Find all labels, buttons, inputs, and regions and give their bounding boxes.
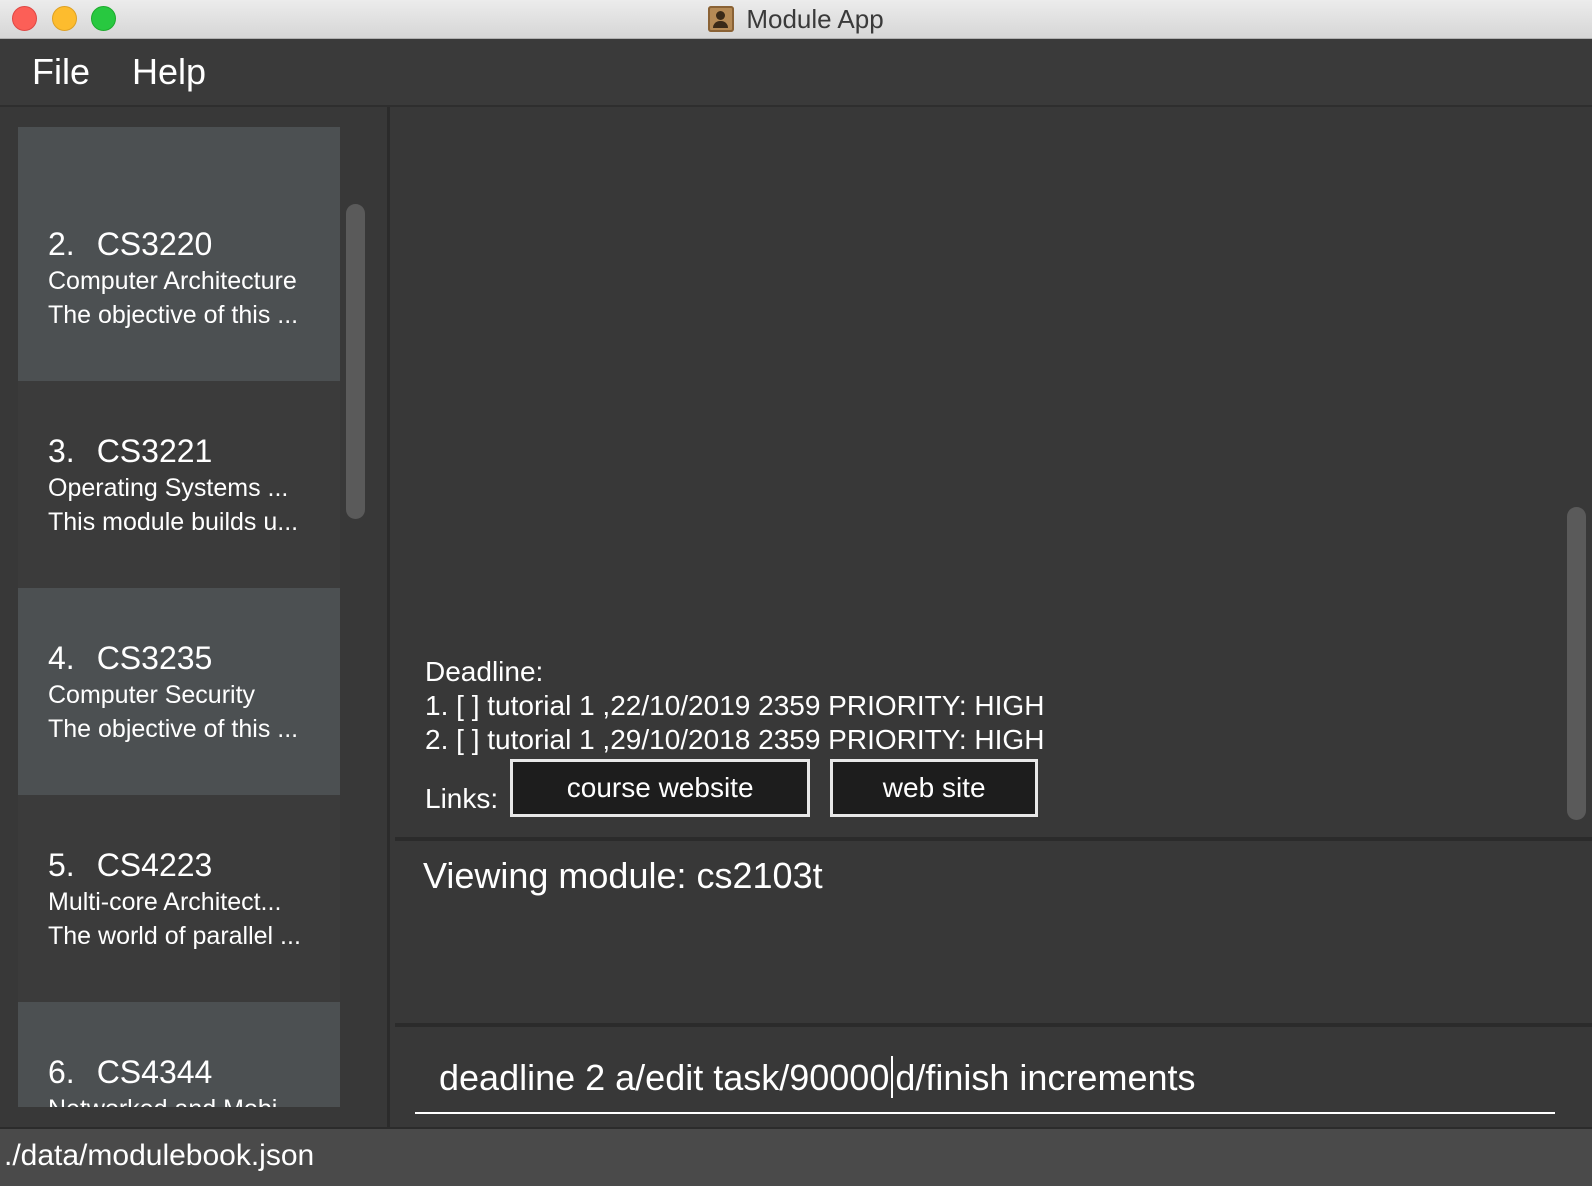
menu-help[interactable]: Help [132,51,206,93]
deadline-item: 1. [ ] tutorial 1 ,22/10/2019 2359 PRIOR… [425,690,1045,721]
module-index: 5. [48,847,75,883]
module-detail-panel: Deadline: 1. [ ] tutorial 1 ,22/10/2019 … [395,107,1592,834]
app-icon [708,6,735,32]
status-bar: ./data/modulebook.json [0,1127,1592,1186]
menu-file[interactable]: File [32,51,90,93]
deadline-section: Deadline: 1. [ ] tutorial 1 ,22/10/2019 … [425,655,1044,757]
module-card-cs3220[interactable]: 2. CS3220 Computer Architecture The objec… [18,174,340,381]
deadline-heading: Deadline: [425,656,544,687]
module-description: The objective of this ... [48,715,299,743]
links-row: Links: course website web site [425,759,1058,817]
links-label: Links: [425,783,499,814]
module-index: 4. [48,640,75,676]
module-card-title: 6. CS4344 [48,1002,340,1092]
window-title: Module App [746,3,884,34]
module-description: The objective of this ... [48,301,299,329]
module-name: Computer Architecture [48,267,297,295]
module-code: CS3235 [96,640,213,676]
result-display: Viewing module: cs2103t [395,837,1592,1027]
module-description: This module builds u... [48,508,299,536]
command-box: deadline 2 a/edit task/90000 d/finish inc… [395,1030,1592,1127]
title-bar: Module App [0,0,1592,39]
module-code: CS4223 [96,847,213,883]
module-name: Operating Systems ... [48,474,289,502]
module-index: 6. [48,1054,75,1090]
module-name: Computer Security [48,681,256,709]
menu-bar: File Help [0,39,1592,107]
module-card-title: 4. CS3235 [48,588,340,678]
command-text-after-caret: d/finish increments [895,1057,1196,1098]
module-list-panel: 2. CS3220 Computer Architecture The objec… [0,107,390,1127]
text-caret [891,1056,894,1098]
web-site-link-button[interactable]: web site [830,759,1039,817]
module-code: CS4344 [96,1054,213,1090]
module-card-title: 5. CS4223 [48,795,340,885]
module-code: CS3221 [96,433,213,469]
module-card-cs4344[interactable]: 6. CS4344 Networked and Mobi... [18,1002,340,1107]
module-description: The world of parallel ... [48,922,301,950]
module-index: 2. [48,226,75,262]
module-list-scrollbar[interactable] [346,204,365,519]
module-card-title: 2. CS3220 [48,174,340,264]
module-card[interactable] [18,127,340,174]
app-window: Module App File Help 2. CS3220 Computer A… [0,0,1592,1186]
module-card-cs3235[interactable]: 4. CS3235 Computer Security The objective… [18,588,340,795]
module-card-cs3221[interactable]: 3. CS3221 Operating Systems ... This modu… [18,381,340,588]
module-code: CS3220 [96,226,213,262]
command-text-before-caret: deadline 2 a/edit task/90000 [439,1057,890,1098]
course-website-link-button[interactable]: course website [510,759,811,817]
result-message: Viewing module: cs2103t [423,855,823,896]
save-file-path: ./data/modulebook.json [4,1139,315,1172]
module-list[interactable]: 2. CS3220 Computer Architecture The objec… [18,127,340,1107]
detail-scrollbar[interactable] [1567,507,1586,820]
module-name: Networked and Mobi... [48,1092,340,1107]
module-card-title: 3. CS3221 [48,381,340,471]
module-index: 3. [48,433,75,469]
command-input[interactable]: deadline 2 a/edit task/90000 d/finish inc… [415,1046,1555,1114]
module-name: Multi-core Architect... [48,888,282,916]
module-card-cs4223[interactable]: 5. CS4223 Multi-core Architect... The wor… [18,795,340,1002]
deadline-item: 2. [ ] tutorial 1 ,29/10/2018 2359 PRIOR… [425,724,1045,755]
